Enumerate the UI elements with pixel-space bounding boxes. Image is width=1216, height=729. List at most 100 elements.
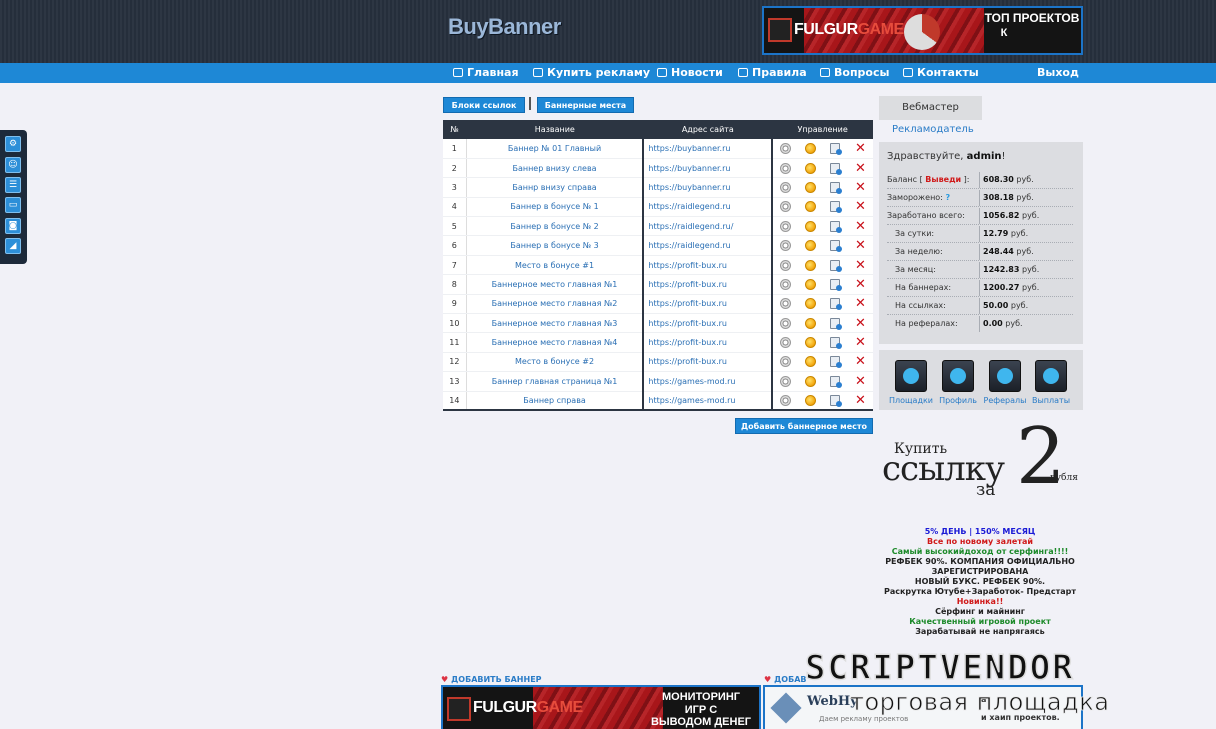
delete-action[interactable]: ✕ <box>847 158 873 179</box>
view-icon[interactable] <box>779 181 791 193</box>
nav-questions[interactable]: Вопросы <box>820 63 889 83</box>
delete-action[interactable]: ✕ <box>847 274 873 295</box>
edit-stats-icon[interactable] <box>830 162 843 175</box>
edit-stats-icon[interactable] <box>830 356 843 369</box>
stats-action[interactable] <box>822 332 848 353</box>
edit-stats-icon[interactable] <box>830 259 843 272</box>
view-action[interactable] <box>772 216 798 237</box>
coin-icon[interactable] <box>804 259 816 271</box>
edit-stats-icon[interactable] <box>830 395 843 408</box>
delete-action[interactable]: ✕ <box>847 352 873 373</box>
chart-icon[interactable]: ◢ <box>5 238 21 254</box>
view-icon[interactable] <box>779 337 791 349</box>
row-url[interactable]: https://raidlegend.ru <box>643 235 774 256</box>
delete-icon[interactable]: ✕ <box>855 278 866 291</box>
view-action[interactable] <box>772 313 798 334</box>
row-url[interactable]: https://buybanner.ru <box>643 177 774 198</box>
view-icon[interactable] <box>779 201 791 213</box>
stats-action[interactable] <box>822 255 848 276</box>
ad-link[interactable]: Сёрфинг и майнинг <box>880 607 1080 617</box>
add-banner-link-1[interactable]: ♥ ДОБАВИТЬ БАННЕР <box>441 675 542 684</box>
coin-icon[interactable] <box>804 162 816 174</box>
ad-link[interactable]: Раскрутка Ютубе+Заработок- Предстарт <box>880 587 1080 597</box>
row-url[interactable]: https://buybanner.ru <box>643 158 774 179</box>
ad-link[interactable]: Зарабатывай не напрягаясь <box>880 627 1080 637</box>
coin-icon[interactable] <box>804 278 816 290</box>
view-action[interactable] <box>772 158 798 179</box>
coin-icon[interactable] <box>804 298 816 310</box>
coin-icon[interactable] <box>804 142 816 154</box>
row-name[interactable]: Баннер внизу слева <box>466 158 645 179</box>
row-url[interactable]: https://games-mod.ru <box>643 391 774 412</box>
pay-action[interactable] <box>797 391 823 412</box>
row-url[interactable]: https://profit-bux.ru <box>643 313 774 334</box>
stats-action[interactable] <box>822 352 848 373</box>
withdraw-link[interactable]: Выведи <box>925 175 961 184</box>
nav-logout[interactable]: Выход <box>1037 63 1079 83</box>
top-ad-banner[interactable]: FULGURGAME ТОП ПРОЕКТОВ К <box>762 6 1083 55</box>
stats-action[interactable] <box>822 391 848 412</box>
stats-action[interactable] <box>822 216 848 237</box>
delete-action[interactable]: ✕ <box>847 235 873 256</box>
edit-stats-icon[interactable] <box>830 317 843 330</box>
pay-action[interactable] <box>797 139 823 159</box>
delete-icon[interactable]: ✕ <box>855 220 866 233</box>
delete-icon[interactable]: ✕ <box>855 394 866 407</box>
delete-icon[interactable]: ✕ <box>855 355 866 368</box>
settings-icon[interactable]: ⚙ <box>5 136 21 152</box>
edit-stats-icon[interactable] <box>830 220 843 233</box>
quick-link-payouts[interactable]: Выплаты <box>1028 360 1074 405</box>
add-banner-link-2[interactable]: ♥ ДОБАВ <box>764 675 806 684</box>
row-url[interactable]: https://profit-bux.ru <box>643 255 774 276</box>
view-icon[interactable] <box>779 298 791 310</box>
coin-icon[interactable] <box>804 375 816 387</box>
delete-icon[interactable]: ✕ <box>855 181 866 194</box>
ad-link[interactable]: Все по новому залетай <box>880 537 1080 547</box>
delete-icon[interactable]: ✕ <box>855 297 866 310</box>
edit-stats-icon[interactable] <box>830 298 843 311</box>
pay-action[interactable] <box>797 197 823 218</box>
coin-icon[interactable] <box>804 201 816 213</box>
row-url[interactable]: https://profit-bux.ru <box>643 294 774 315</box>
quick-link-referrals[interactable]: Рефералы <box>982 360 1028 405</box>
edit-stats-icon[interactable] <box>830 201 843 214</box>
delete-action[interactable]: ✕ <box>847 371 873 392</box>
pay-action[interactable] <box>797 294 823 315</box>
view-action[interactable] <box>772 235 798 256</box>
stats-action[interactable] <box>822 197 848 218</box>
stats-action[interactable] <box>822 274 848 295</box>
bottom-ad-banner-1[interactable]: FULGURGAME МОНИТОРИНГ ИГР С ВЫВОДОМ ДЕНЕ… <box>441 685 761 729</box>
row-name[interactable]: Баннер главная страница №1 <box>466 371 645 392</box>
row-url[interactable]: https://profit-bux.ru <box>643 332 774 353</box>
row-url[interactable]: https://profit-bux.ru <box>643 274 774 295</box>
delete-action[interactable]: ✕ <box>847 313 873 334</box>
row-url[interactable]: https://profit-bux.ru <box>643 352 774 373</box>
pay-action[interactable] <box>797 332 823 353</box>
edit-stats-icon[interactable] <box>830 278 843 291</box>
delete-action[interactable]: ✕ <box>847 294 873 315</box>
view-icon[interactable] <box>779 317 791 329</box>
pay-action[interactable] <box>797 255 823 276</box>
card-icon[interactable]: ▭ <box>5 197 21 213</box>
pay-action[interactable] <box>797 235 823 256</box>
delete-icon[interactable]: ✕ <box>855 162 866 175</box>
stats-action[interactable] <box>822 371 848 392</box>
nav-news[interactable]: Новости <box>657 63 723 83</box>
row-name[interactable]: Баннр внизу справа <box>466 177 645 198</box>
tab-webmaster[interactable]: Вебмастер <box>879 96 982 120</box>
view-icon[interactable] <box>779 220 791 232</box>
pay-action[interactable] <box>797 274 823 295</box>
tab-links-blocks[interactable]: Блоки ссылок <box>443 97 525 113</box>
delete-icon[interactable]: ✕ <box>855 375 866 388</box>
row-name[interactable]: Баннер в бонусе № 2 <box>466 216 645 237</box>
nav-buy-ads[interactable]: Купить рекламу <box>533 63 650 83</box>
coin-icon[interactable] <box>804 317 816 329</box>
quick-link-profile[interactable]: Профиль <box>935 360 981 405</box>
view-icon[interactable] <box>779 395 791 407</box>
view-action[interactable] <box>772 391 798 412</box>
ad-link[interactable]: Новинка!! <box>880 597 1080 607</box>
row-name[interactable]: Баннер в бонусе № 1 <box>466 197 645 218</box>
delete-action[interactable]: ✕ <box>847 391 873 412</box>
view-action[interactable] <box>772 177 798 198</box>
delete-icon[interactable]: ✕ <box>855 200 866 213</box>
